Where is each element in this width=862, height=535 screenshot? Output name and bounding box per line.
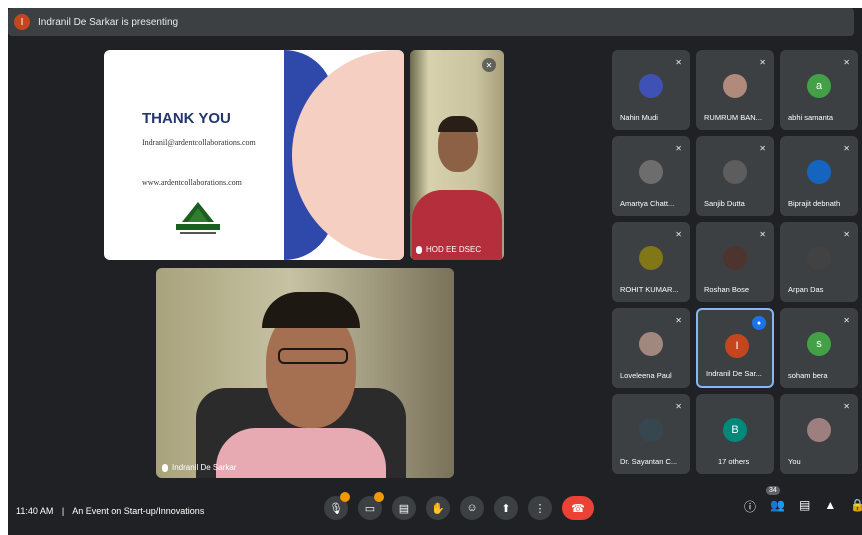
participant-name: Sanjib Dutta xyxy=(704,199,745,208)
slide-email: Indranil@ardentcollaborations.com xyxy=(142,138,256,147)
mic-muted-icon: ✕ xyxy=(759,58,766,67)
avatar xyxy=(807,160,831,184)
separator: | xyxy=(61,506,65,516)
host-controls-icon[interactable]: 🔒 xyxy=(850,498,862,515)
mic-muted-icon: ✕ xyxy=(843,316,850,325)
presentation-tile[interactable]: THANK YOU Indranil@ardentcollaborations.… xyxy=(104,50,404,260)
mic-muted-icon: ✕ xyxy=(843,230,850,239)
avatar xyxy=(723,246,747,270)
participant-tile[interactable]: ✕ ROHIT KUMAR... xyxy=(612,222,690,302)
avatar xyxy=(723,74,747,98)
participant-name: RUMRUM BAN... xyxy=(704,113,762,122)
mic-muted-icon: ✕ xyxy=(675,316,682,325)
mic-muted-icon: ✕ xyxy=(675,58,682,67)
avatar xyxy=(639,246,663,270)
mic-muted-icon: ✕ xyxy=(843,402,850,411)
participant-tile[interactable]: ✕ a abhi samanta xyxy=(780,50,858,130)
avatar xyxy=(639,418,663,442)
presenting-banner: I Indranil De Sarkar is presenting xyxy=(8,8,854,36)
mic-muted-icon: ✕ xyxy=(675,402,682,411)
tile-name: HOD EE DSEC xyxy=(426,245,482,254)
meeting-info: 11:40 AM | An Event on Start-up/Innovati… xyxy=(16,506,204,516)
slide-title: THANK YOU xyxy=(142,110,231,127)
avatar: a xyxy=(807,74,831,98)
participant-name: Arpan Das xyxy=(788,285,824,294)
present-icon[interactable]: ⬆ xyxy=(494,496,518,520)
mic-toggle-button[interactable]: 🎙 xyxy=(324,492,350,520)
participant-tile[interactable]: ✕ Biprajit debnath xyxy=(780,136,858,216)
speaking-indicator-icon: ● xyxy=(752,316,766,330)
participant-name: Biprajit debnath xyxy=(788,199,841,208)
participant-name: Roshan Bose xyxy=(704,285,750,294)
participant-name: Nahin Mudi xyxy=(620,113,658,122)
call-controls: 🎙 ▭ ▤ ✋ ☺ ⬆ ⋮ ☎ xyxy=(324,492,594,520)
presenting-text: Indranil De Sarkar is presenting xyxy=(38,16,179,28)
participant-tile[interactable]: ✕ Loveleena Paul xyxy=(612,308,690,388)
meeting-title: An Event on Start-up/Innovations xyxy=(72,506,205,516)
avatar xyxy=(807,418,831,442)
avatar xyxy=(639,332,663,356)
participant-tile[interactable]: ✕ RUMRUM BAN... xyxy=(696,50,774,130)
participant-tile[interactable]: ✕ Arpan Das xyxy=(780,222,858,302)
participant-name: You xyxy=(788,457,801,466)
captions-icon[interactable]: ▤ xyxy=(392,496,416,520)
people-icon[interactable]: 👥 34 xyxy=(766,486,785,515)
avatar xyxy=(723,160,747,184)
tile-namebar: HOD EE DSEC xyxy=(416,245,481,254)
camera-toggle-button[interactable]: ▭ xyxy=(358,492,384,520)
avatar xyxy=(639,74,663,98)
mic-muted-icon: ✕ xyxy=(675,230,682,239)
people-count-badge: 34 xyxy=(766,486,780,495)
avatar: B xyxy=(723,418,747,442)
side-controls: ⓘ 👥 34 ▤ ▲ 🔒 xyxy=(744,486,862,515)
video-tile-hod[interactable]: ✕ HOD EE DSEC xyxy=(410,50,504,260)
participant-name: Loveleena Paul xyxy=(620,371,672,380)
mic-icon xyxy=(416,245,422,254)
bottom-bar: 11:40 AM | An Event on Start-up/Innovati… xyxy=(8,486,862,535)
more-options-icon[interactable]: ⋮ xyxy=(528,496,552,520)
participant-tile[interactable]: ✕ Amartya Chatt... xyxy=(612,136,690,216)
mic-muted-icon: ✕ xyxy=(843,144,850,153)
leave-call-button[interactable]: ☎ xyxy=(562,496,594,520)
mic-icon xyxy=(162,463,168,472)
mic-muted-icon: ✕ xyxy=(759,144,766,153)
clock-time: 11:40 AM xyxy=(16,506,54,516)
participant-name: Amartya Chatt... xyxy=(620,199,675,208)
tile-namebar: Indranil De Sarkar xyxy=(162,463,236,472)
chat-icon[interactable]: ▤ xyxy=(799,498,810,515)
raise-hand-icon[interactable]: ✋ xyxy=(426,496,450,520)
participant-tile[interactable]: ✕ s soham bera xyxy=(780,308,858,388)
avatar: s xyxy=(807,332,831,356)
participant-name: soham bera xyxy=(788,371,828,380)
avatar: I xyxy=(725,334,749,358)
participant-name: ROHIT KUMAR... xyxy=(620,285,679,294)
tile-name: Indranil De Sarkar xyxy=(172,463,237,472)
mic-muted-icon: ✕ xyxy=(675,144,682,153)
activities-icon[interactable]: ▲ xyxy=(824,498,836,515)
participant-tile[interactable]: ✕ Dr. Sayantan C... xyxy=(612,394,690,474)
participant-name: Indranil De Sar... xyxy=(706,369,762,378)
participant-tile[interactable]: ✕ Sanjib Dutta xyxy=(696,136,774,216)
presenter-avatar: I xyxy=(14,14,30,30)
video-tile-speaker[interactable]: Indranil De Sarkar xyxy=(156,268,454,478)
slide-website: www.ardentcollaborations.com xyxy=(142,178,242,187)
participant-name: abhi samanta xyxy=(788,113,834,122)
mic-muted-icon: ✕ xyxy=(482,58,496,72)
emoji-icon[interactable]: ☺ xyxy=(460,496,484,520)
mic-muted-icon: ✕ xyxy=(759,230,766,239)
participant-name: Dr. Sayantan C... xyxy=(620,457,678,466)
others-count: 17 others xyxy=(718,457,750,466)
mic-muted-icon: ✕ xyxy=(843,58,850,67)
avatar xyxy=(639,160,663,184)
avatar xyxy=(807,246,831,270)
info-icon[interactable]: ⓘ xyxy=(744,498,756,515)
participant-tile[interactable]: ✕ Roshan Bose xyxy=(696,222,774,302)
participant-tile[interactable]: ✕ Nahin Mudi xyxy=(612,50,690,130)
participant-tile-active-speaker[interactable]: ● I Indranil De Sar... xyxy=(696,308,774,388)
others-tile[interactable]: B 17 others xyxy=(696,394,774,474)
ardent-logo xyxy=(176,202,220,234)
participant-tile-self[interactable]: ✕ You xyxy=(780,394,858,474)
